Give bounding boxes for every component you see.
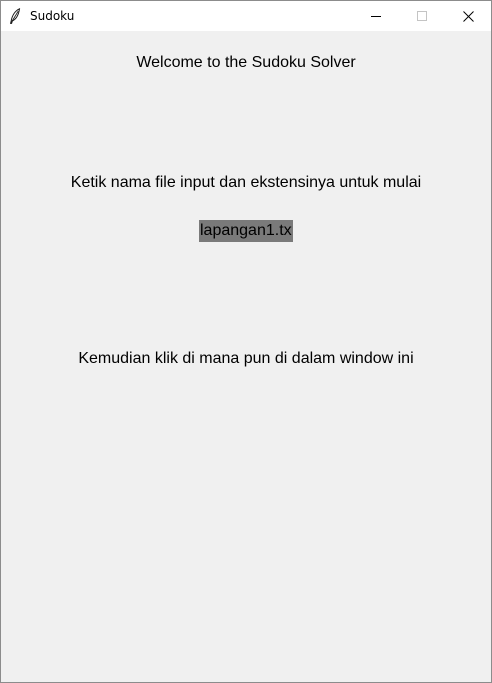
maximize-button[interactable]: [399, 1, 445, 31]
welcome-label: Welcome to the Sudoku Solver: [136, 54, 356, 71]
sudoku-window[interactable]: Sudoku Welcome to the Sudoku Solver Keti…: [0, 0, 492, 683]
window-title: Sudoku: [30, 9, 75, 23]
click-instruction-label: Kemudian klik di mana pun di dalam windo…: [78, 350, 414, 367]
filename-entry-container: [1, 220, 491, 242]
main-canvas[interactable]: Welcome to the Sudoku Solver Ketik nama …: [1, 31, 491, 682]
maximize-icon: [417, 11, 427, 21]
instruction-label: Ketik nama file input dan ekstensinya un…: [70, 174, 422, 191]
minimize-icon: [371, 11, 381, 21]
title-bar[interactable]: Sudoku: [1, 1, 491, 31]
close-icon: [462, 10, 474, 22]
minimize-button[interactable]: [353, 1, 399, 31]
feather-icon: [9, 7, 21, 24]
close-button[interactable]: [445, 1, 491, 31]
filename-input[interactable]: [199, 220, 293, 242]
